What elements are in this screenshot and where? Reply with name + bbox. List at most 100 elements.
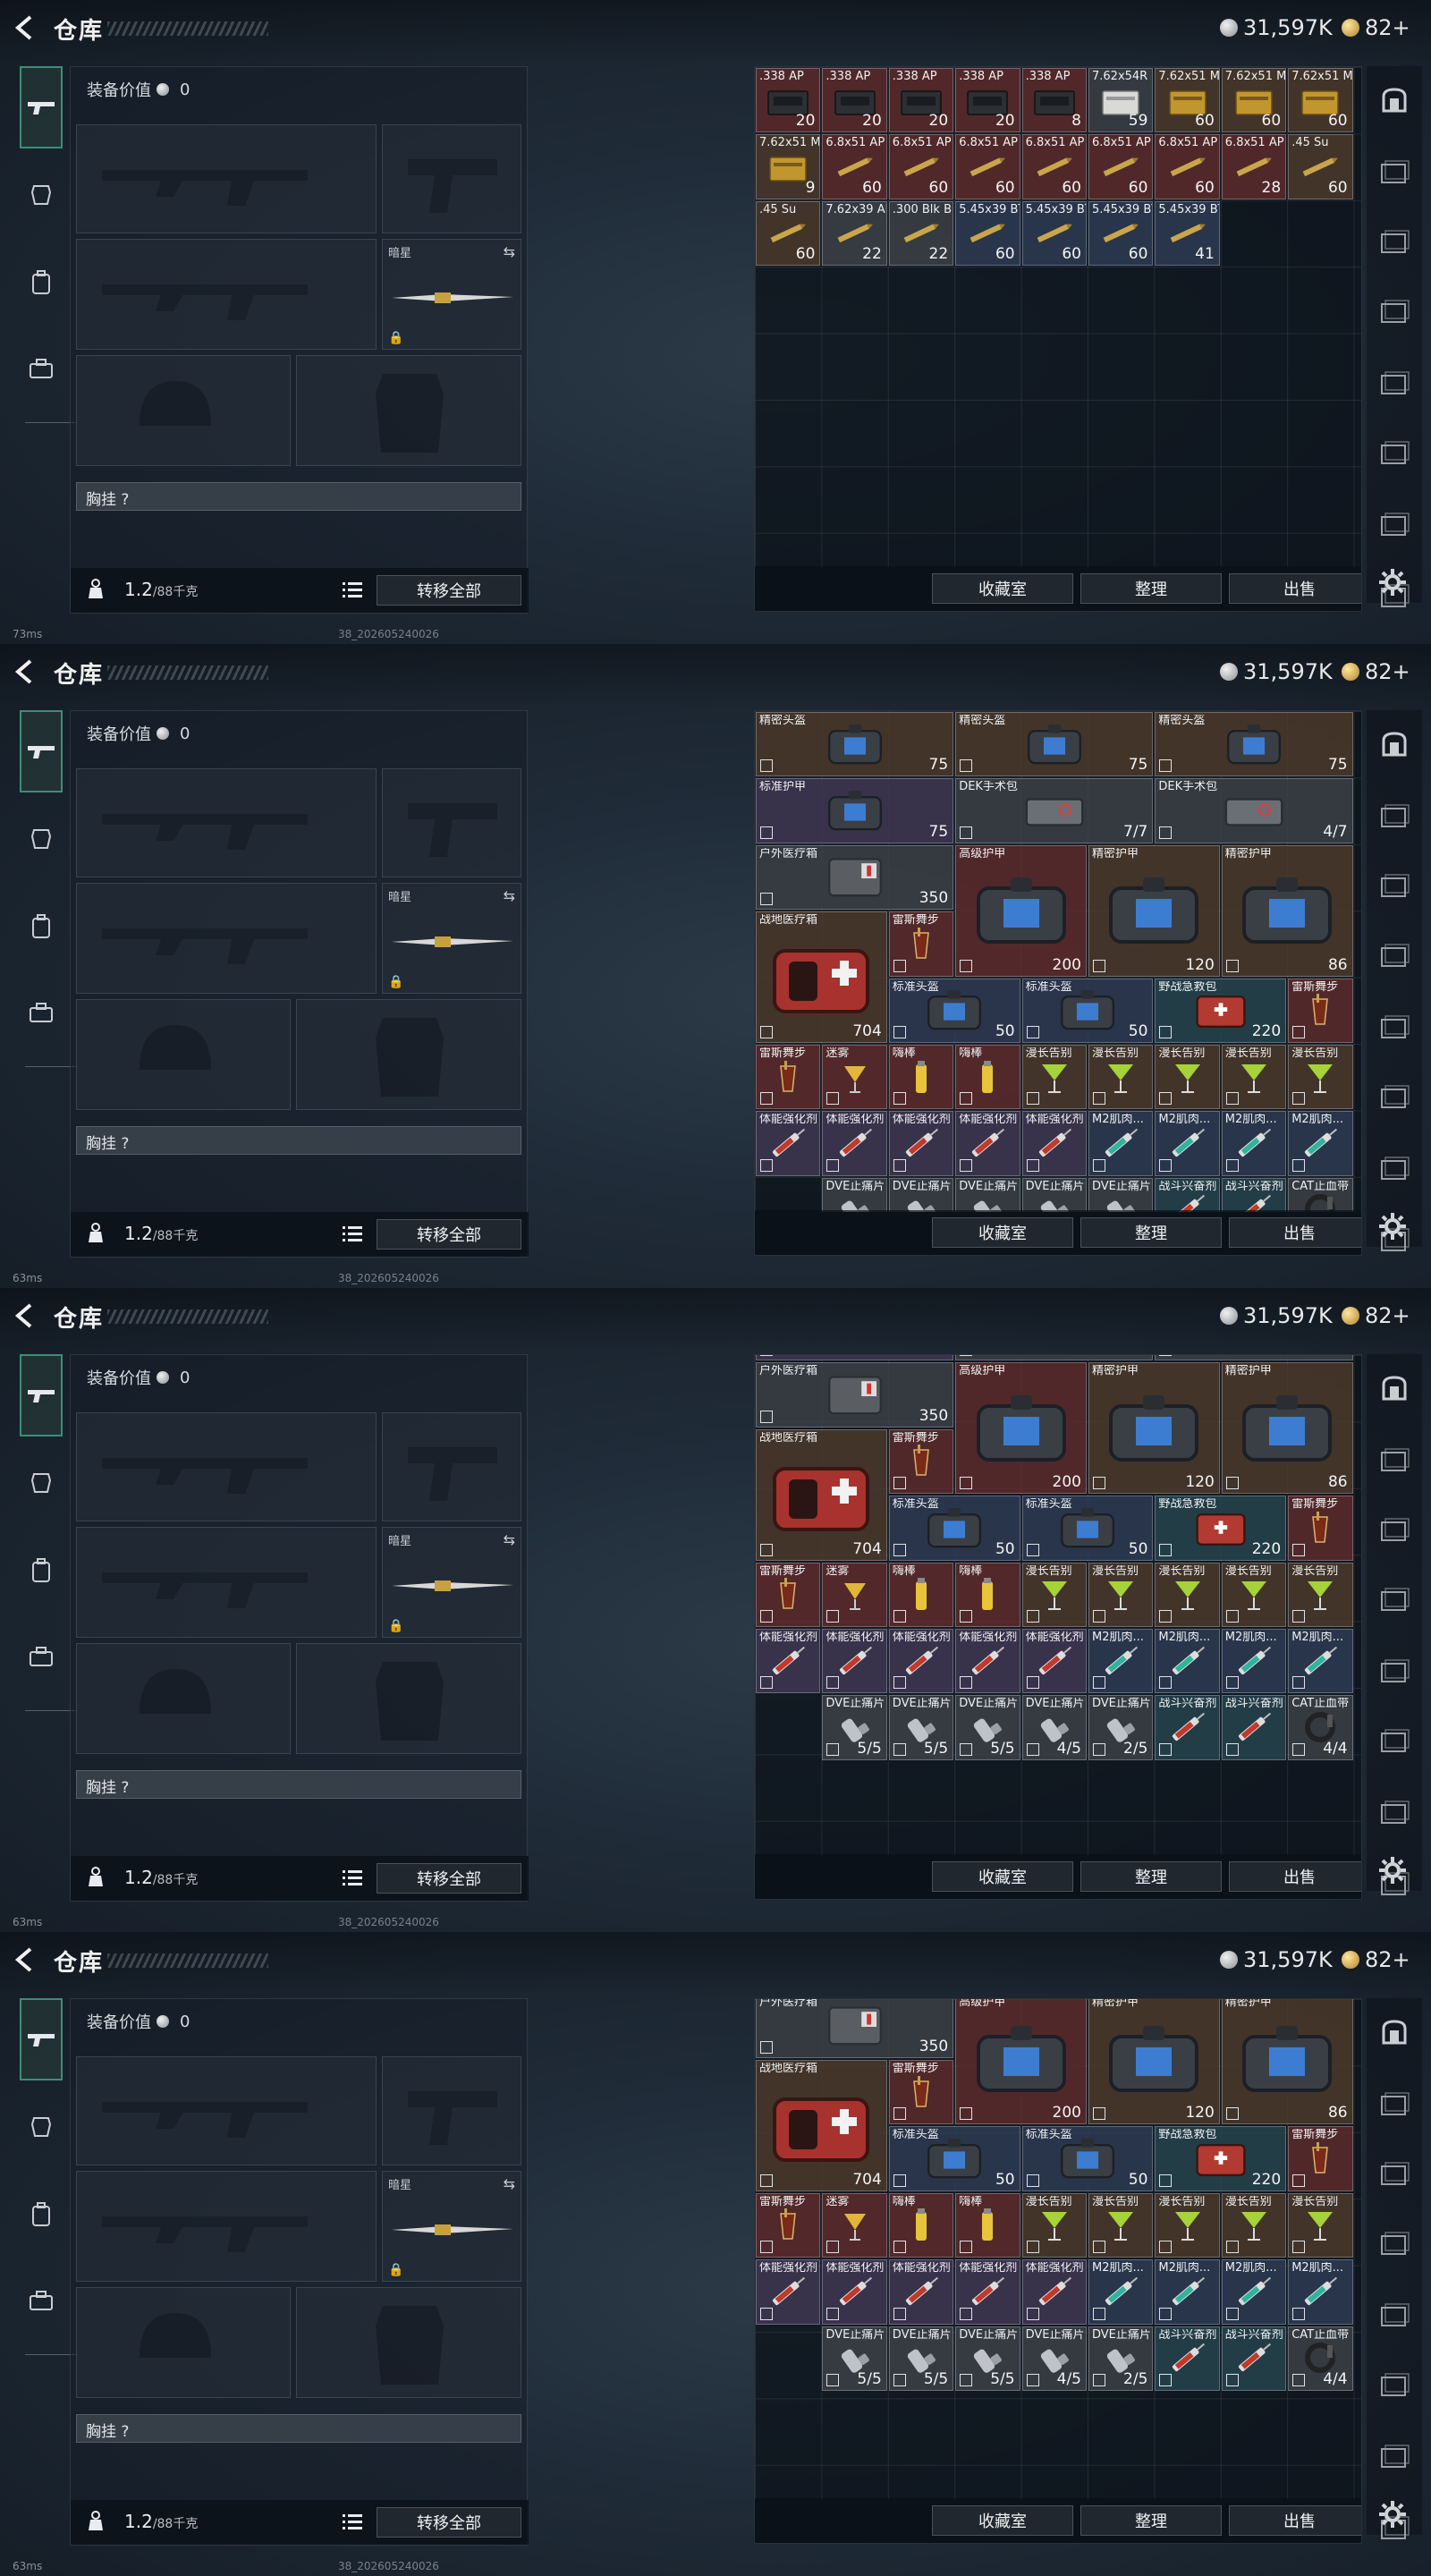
nav-armor[interactable]	[20, 2106, 63, 2148]
primary-weapon-slot[interactable]	[76, 2056, 377, 2165]
stash-item-ammo[interactable]: 6.8x51 AP 60	[1155, 134, 1220, 199]
stash-item-ammo[interactable]: 5.45x39 BT 60	[1021, 200, 1087, 267]
stash-item-syringe-red[interactable]: 体能强化剂	[888, 2259, 954, 2325]
gold-currency[interactable]: 82+	[1342, 14, 1410, 41]
stash-item-syringe-teal[interactable]: M2肌肉...	[1088, 1629, 1154, 1694]
stash-item-syringe-red[interactable]: 体能强化剂	[756, 1629, 821, 1694]
stash-item-drink[interactable]: 雷斯舞步	[756, 1045, 821, 1110]
stash-item-martini[interactable]: 漫长告别	[1288, 1562, 1353, 1628]
stash-item-armor-case[interactable]: 精密护甲 120	[1088, 1999, 1220, 2125]
transfer-all-button[interactable]: 转移全部	[377, 2507, 521, 2538]
stash-item-bottle[interactable]: 嗨棒	[955, 2192, 1020, 2258]
stash-item-syringe-red[interactable]: 体能强化剂	[822, 1629, 887, 1694]
sell-button[interactable]: 出售	[1229, 1217, 1361, 1248]
stash-item-syringe-red[interactable]: 战斗兴奋剂	[1155, 1695, 1220, 1760]
stash-item-syringe-red[interactable]: 战斗兴奋剂	[1221, 2326, 1287, 2391]
stash-item-syringe-teal[interactable]: M2肌肉...	[1155, 1111, 1220, 1176]
nav-weapons[interactable]	[20, 1354, 63, 1436]
stash-item-armor-case[interactable]: 精密护甲 120	[1088, 1362, 1220, 1495]
stash-item-martini[interactable]: 漫长告别	[1088, 1045, 1154, 1110]
body-armor-slot[interactable]	[296, 355, 521, 466]
stash-item-ammo[interactable]: 6.8x51 AP 60	[822, 134, 887, 199]
stash-item-syringe-red[interactable]: 体能强化剂	[888, 1111, 954, 1176]
primary-weapon-slot[interactable]	[76, 768, 377, 877]
stash-item-helmet-case[interactable]: 标准头盔 50	[1021, 1496, 1154, 1561]
stash-page-icon[interactable]	[1378, 1444, 1410, 1476]
stash-item-syringe-red[interactable]: 战斗兴奋剂	[1155, 1177, 1220, 1212]
stash-item-drink[interactable]: 雷斯舞步	[1288, 978, 1353, 1043]
stash-item-martini[interactable]: 漫长告别	[1221, 1045, 1287, 1110]
stash-item-drink[interactable]: 雷斯舞步	[888, 911, 954, 977]
body-armor-slot[interactable]	[296, 1643, 521, 1754]
list-icon[interactable]	[343, 580, 362, 598]
stash-item-ammo[interactable]: 6.8x51 AP 28	[1221, 134, 1287, 199]
stash-item-surgery-kit[interactable]: DEK手术包 4/7	[1155, 1355, 1353, 1361]
stash-item-syringe-teal[interactable]: M2肌肉...	[1088, 1111, 1154, 1176]
swap-icon[interactable]: ⇆	[504, 887, 515, 904]
stash-item-martini[interactable]: 漫长告别	[1221, 2192, 1287, 2258]
stash-item-inhaler[interactable]: DVE止痛片 5/5	[955, 1177, 1020, 1212]
nav-armor[interactable]	[20, 1462, 63, 1504]
stash-item-armor-case[interactable]: 精密护甲 120	[1088, 844, 1220, 977]
stash-item-first-aid[interactable]: 野战急救包 220	[1155, 2126, 1287, 2191]
stash-item-ammo[interactable]: 6.8x51 AP 60	[955, 134, 1020, 199]
stash-item-syringe-teal[interactable]: M2肌肉...	[1221, 1629, 1287, 1694]
stash-item-tourniquet[interactable]: CAT止血带 4/4	[1288, 1695, 1353, 1760]
stash-item-armor-case[interactable]: 精密护甲 86	[1221, 1999, 1353, 2125]
nav-case[interactable]	[20, 991, 63, 1034]
nav-weapons[interactable]	[20, 710, 63, 792]
stash-home-icon[interactable]	[1378, 728, 1410, 760]
settings-gear-icon[interactable]	[1377, 567, 1408, 597]
stash-item-armor-case[interactable]: 精密护甲 86	[1221, 844, 1353, 977]
primary-weapon-slot[interactable]	[76, 124, 377, 233]
stash-item-martini[interactable]: 漫长告别	[1021, 1045, 1087, 1110]
helmet-slot[interactable]	[76, 1643, 291, 1754]
stash-page-icon[interactable]	[1378, 1583, 1410, 1615]
stash-item-ammo[interactable]: .45 Su 60	[756, 200, 821, 267]
stash-item-syringe-teal[interactable]: M2肌肉...	[1288, 1629, 1353, 1694]
stash-item-syringe-red[interactable]: 体能强化剂	[822, 1111, 887, 1176]
helmet-slot[interactable]	[76, 2287, 291, 2398]
nav-weapons[interactable]	[20, 66, 63, 148]
nav-backpack[interactable]	[20, 2193, 63, 2236]
swap-icon[interactable]: ⇆	[504, 243, 515, 260]
stash-item-inhaler[interactable]: DVE止痛片 5/5	[822, 1177, 887, 1212]
stash-page-icon[interactable]	[1378, 1513, 1410, 1546]
stash-page-icon[interactable]	[1378, 367, 1410, 399]
nav-case[interactable]	[20, 347, 63, 390]
stash-item-martini[interactable]: 漫长告别	[1088, 2192, 1154, 2258]
stash-item-martini[interactable]: 漫长告别	[1155, 1562, 1220, 1628]
chest-rig-slot[interactable]: 胸挂 ?	[76, 2414, 521, 2443]
chest-rig-slot[interactable]: 胸挂 ?	[76, 482, 521, 511]
stash-item-syringe-teal[interactable]: M2肌肉...	[1221, 2259, 1287, 2325]
pistol-slot[interactable]	[382, 2056, 521, 2165]
transfer-all-button[interactable]: 转移全部	[377, 1863, 521, 1894]
stash-item-helmet-case[interactable]: 标准头盔 50	[888, 978, 1020, 1043]
stash-item-ammo[interactable]: .45 Su 60	[1288, 134, 1353, 199]
stash-item-martini[interactable]: 漫长告别	[1221, 1562, 1287, 1628]
gold-currency[interactable]: 82+	[1342, 658, 1410, 685]
stash-item-bottle[interactable]: 嗨棒	[888, 2192, 954, 2258]
stash-item-drink[interactable]: 雷斯舞步	[1288, 2126, 1353, 2191]
stash-page-icon[interactable]	[1378, 800, 1410, 832]
sell-button[interactable]: 出售	[1229, 1861, 1361, 1892]
stash-page-icon[interactable]	[1378, 1152, 1410, 1184]
list-icon[interactable]	[343, 1224, 362, 1242]
stash-item-inhaler[interactable]: DVE止痛片 5/5	[822, 2326, 887, 2391]
stash-item-ammo[interactable]: 7.62x51 M 9	[756, 134, 821, 199]
stash-item-ammo[interactable]: 7.62x51 M 60	[1155, 68, 1220, 133]
stash-item-helmet-case[interactable]: 标准头盔 50	[888, 1496, 1020, 1561]
stash-home-icon[interactable]	[1378, 1372, 1410, 1404]
nav-weapons[interactable]	[20, 1998, 63, 2080]
stash-item-drink[interactable]: 雷斯舞步	[888, 1428, 954, 1495]
stash-item-syringe-red[interactable]: 体能强化剂	[756, 1111, 821, 1176]
chest-rig-slot[interactable]: 胸挂 ?	[76, 1126, 521, 1155]
stash-page-icon[interactable]	[1378, 508, 1410, 540]
sell-button[interactable]: 出售	[1229, 2505, 1361, 2536]
stash-item-helmet-case[interactable]: 标准头盔 50	[1021, 2126, 1154, 2191]
stash-page-icon[interactable]	[1378, 436, 1410, 469]
stash-item-ammo[interactable]: 5.45x39 BT 60	[1088, 200, 1154, 267]
stash-item-drink[interactable]: 雷斯舞步	[756, 2192, 821, 2258]
stash-item-syringe-teal[interactable]: M2肌肉...	[1288, 2259, 1353, 2325]
nav-case[interactable]	[20, 1635, 63, 1678]
